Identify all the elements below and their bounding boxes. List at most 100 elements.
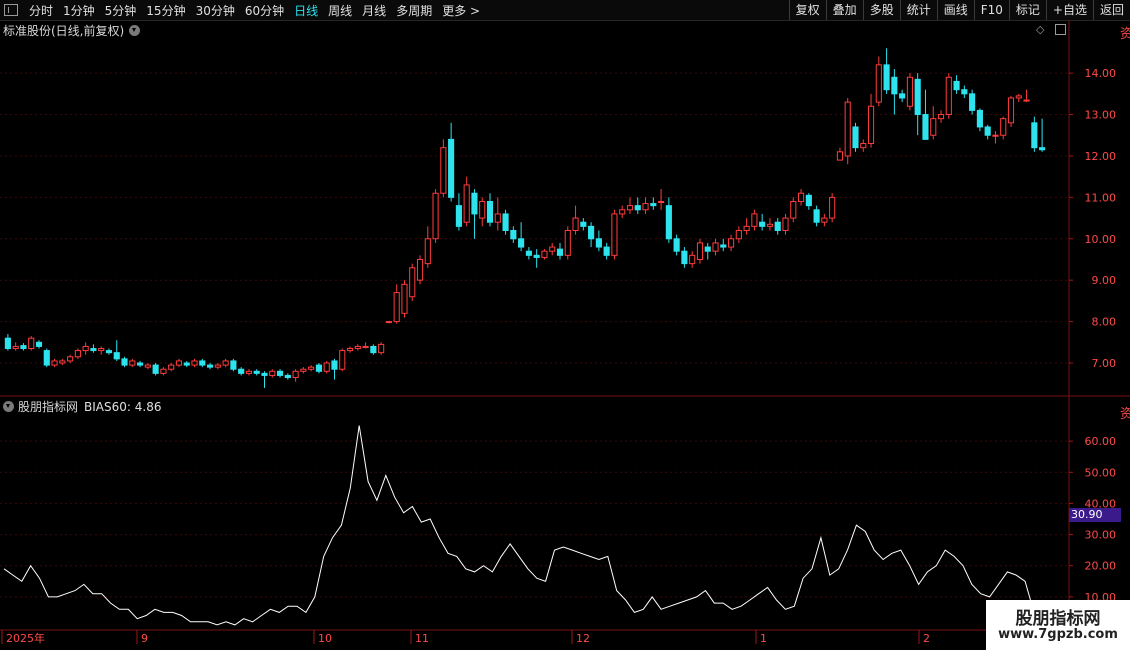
- candle-body-down: [852, 126, 859, 149]
- candle-body-up: [385, 321, 392, 324]
- candle-body-up: [930, 118, 937, 136]
- candle-body-up: [463, 184, 470, 223]
- candle-body-up: [432, 192, 439, 240]
- candlestick: [105, 348, 113, 355]
- candlestick: [603, 242, 610, 260]
- candlestick: [797, 189, 805, 206]
- stock-title: 标准股份(日线,前复权): [3, 24, 125, 38]
- main-chart-title: 标准股份(日线,前复权): [3, 22, 141, 39]
- candlestick: [269, 369, 276, 378]
- x-tick-label: 12: [576, 632, 590, 645]
- candlestick: [253, 369, 260, 376]
- candle-body-down: [105, 350, 113, 354]
- candle-body-up: [836, 151, 843, 161]
- candlestick: [214, 363, 221, 370]
- candle-body-down: [953, 80, 960, 91]
- right-side-panel[interactable]: 资 资: [1120, 20, 1130, 650]
- candlestick: [518, 222, 525, 252]
- candlestick: [323, 360, 330, 374]
- stock-chart[interactable]: 14.00 13.00 12.00 11.00 10.00 9.00 8.00 7.00 60.…: [0, 0, 1130, 650]
- candle-body-up: [712, 242, 719, 252]
- candlestick: [510, 226, 517, 243]
- candlestick: [261, 371, 268, 388]
- candle-body-up: [362, 345, 369, 348]
- candle-body-up: [144, 364, 151, 368]
- indicator-dropdown-icon[interactable]: [3, 401, 14, 412]
- candlestick: [160, 367, 167, 376]
- candlestick: [113, 340, 120, 361]
- candle-body-up: [346, 348, 354, 352]
- candle-body-up: [541, 250, 548, 258]
- candlestick: [1000, 116, 1007, 140]
- candlestick: [525, 247, 532, 260]
- candlestick: [98, 346, 105, 355]
- candle-body-up: [1000, 118, 1007, 136]
- candlestick: [346, 346, 354, 353]
- candlestick: [183, 360, 190, 368]
- candle-body-down: [448, 138, 455, 198]
- candle-body-down: [1039, 147, 1046, 151]
- candle-body-down: [1031, 122, 1038, 149]
- candle-body-up: [689, 254, 696, 265]
- candle-body-down: [556, 248, 564, 256]
- candlestick: [137, 360, 144, 368]
- candlestick: [230, 358, 237, 372]
- candle-body-down: [43, 350, 50, 366]
- candlestick: [961, 85, 968, 98]
- candle-body-up: [1007, 97, 1015, 124]
- candlestick: [533, 249, 540, 268]
- candlestick: [90, 344, 97, 353]
- candle-body-up: [160, 368, 167, 374]
- candlestick: [199, 358, 206, 368]
- candlestick: [743, 218, 750, 235]
- candle-body-down: [152, 364, 159, 374]
- candle-body-down: [588, 225, 595, 240]
- candle-body-down: [813, 209, 820, 223]
- candlestick: [953, 75, 960, 94]
- candle-body-up: [168, 364, 175, 370]
- candlestick: [284, 373, 291, 380]
- candle-body-down: [984, 126, 991, 136]
- candle-body-down: [199, 360, 206, 366]
- dropdown-icon[interactable]: [129, 25, 141, 36]
- main-y-tick-label: 11.00: [1085, 191, 1117, 204]
- candle-body-up: [642, 203, 649, 211]
- candle-body-up: [51, 360, 58, 366]
- candle-body-down: [961, 89, 968, 95]
- candle-body-down: [518, 238, 525, 248]
- side-glyph: 资: [1120, 27, 1130, 42]
- candle-body-up: [378, 343, 385, 354]
- candlestick: [463, 176, 470, 227]
- watermark: 股朋指标网 www.7gpzb.com: [986, 600, 1130, 650]
- candle-body-down: [704, 246, 711, 252]
- candlestick: [728, 234, 735, 252]
- candle-body-down: [533, 254, 540, 258]
- candle-body-up: [937, 114, 945, 120]
- candle-body-down: [370, 345, 377, 354]
- candle-body-up: [829, 196, 836, 219]
- maximize-icon[interactable]: [1055, 24, 1066, 35]
- main-y-tick-label: 8.00: [1092, 316, 1117, 329]
- candle-body-down: [891, 76, 898, 95]
- candle-body-up: [766, 223, 774, 227]
- candlestick: [984, 124, 991, 140]
- candle-body-up: [440, 147, 447, 194]
- candlestick: [665, 197, 672, 243]
- candlestick: [564, 226, 571, 260]
- candle-body-down: [883, 64, 890, 91]
- candle-body-down: [121, 358, 128, 366]
- candlestick: [370, 344, 377, 355]
- candlestick: [238, 367, 245, 376]
- candle-body-up: [626, 205, 634, 211]
- candle-body-up: [619, 209, 626, 215]
- candle-body-up: [12, 345, 19, 350]
- candle-body-up: [74, 350, 81, 358]
- candlestick: [362, 342, 369, 349]
- diamond-icon[interactable]: ◇: [1036, 23, 1044, 36]
- candlestick: [424, 226, 431, 268]
- bias-value: BIAS60: 4.86: [84, 399, 162, 414]
- candle-body-down: [90, 348, 97, 352]
- candlestick: [59, 358, 66, 366]
- candlestick: [704, 242, 711, 260]
- candlestick: [595, 230, 602, 252]
